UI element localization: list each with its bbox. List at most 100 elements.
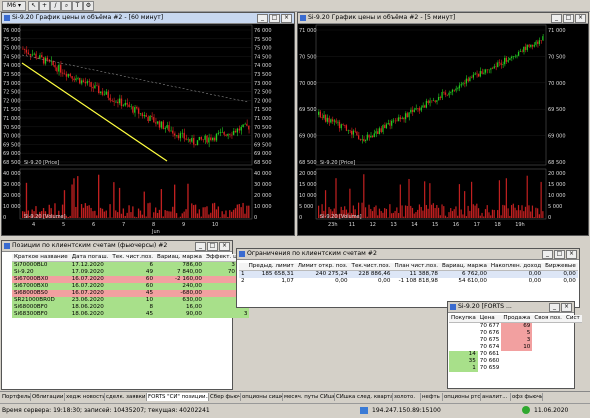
column-header[interactable]: Вариац. маржа (440, 263, 489, 271)
price-volume-chart[interactable]: 71 00071 00070 50070 50070 00070 00069 5… (298, 23, 588, 235)
candle (468, 79, 469, 82)
close-button[interactable]: × (575, 14, 586, 23)
close-button[interactable]: × (561, 303, 572, 312)
text-tool-icon[interactable]: T (72, 1, 83, 11)
workspace-tab[interactable]: офз фьючи (511, 393, 543, 401)
candle (391, 121, 392, 126)
table-row[interactable]: Si68300BF018.06.20204590,003 (12, 311, 249, 318)
orderbook-row[interactable]: 70 67410 (449, 344, 582, 351)
column-header[interactable]: Продажа (501, 315, 532, 323)
crosshair-icon[interactable]: + (39, 1, 50, 11)
table-row[interactable]: Si68000BF018.06.2020816,003 (12, 304, 249, 311)
volume-bar (73, 178, 74, 218)
settings-icon[interactable]: ⚙ (83, 1, 94, 11)
price-volume-chart[interactable]: 76 00076 00075 50075 50075 00075 00074 5… (2, 23, 294, 235)
cell-price: 70 676 (478, 330, 502, 337)
volume-bar (405, 205, 406, 218)
column-header[interactable]: Предыд. лимит (247, 263, 296, 271)
cell-system (564, 337, 582, 344)
candle (405, 113, 406, 119)
minimize-button[interactable]: _ (549, 303, 560, 312)
workspace-tab[interactable]: хедж новости (65, 393, 105, 401)
candle (367, 135, 368, 140)
volume-bar (119, 188, 120, 218)
volume-bar (518, 205, 519, 218)
column-header[interactable]: Биржевые (543, 263, 578, 271)
price-tick-label: 72 000 (254, 98, 272, 104)
maximize-button[interactable]: □ (207, 242, 218, 251)
column-header[interactable]: План чист.поз. (392, 263, 440, 271)
workspace-tab[interactable]: Сбер фьюч (209, 393, 241, 401)
close-button[interactable]: × (219, 242, 230, 251)
column-header[interactable]: Тек. чист.поз. (110, 254, 155, 262)
candle (363, 139, 364, 141)
workspace-tab[interactable]: СИшка след. квартал (335, 393, 393, 401)
table-row[interactable]: SR21000BR0D23.06.202010630,00491 (12, 297, 249, 304)
column-header[interactable]: Сист (564, 315, 582, 323)
column-header[interactable]: Цена (478, 315, 502, 323)
workspace-tab[interactable]: Облигации (31, 393, 65, 401)
volume-bar (149, 203, 150, 218)
minimize-button[interactable]: _ (195, 242, 206, 251)
orderbook-row[interactable]: 70 6765 (449, 330, 582, 337)
orderbook-row[interactable]: 3570 660 (449, 358, 582, 365)
table-row[interactable]: Si68000BS016.07.202045-680,00296 (12, 290, 249, 297)
price-series-label: Si-9.20 [Price] (320, 160, 355, 166)
table-row[interactable]: 21,070,000,00-1 108 818,9854 610,000,000… (239, 278, 578, 285)
line-tool-icon[interactable]: / (50, 1, 61, 11)
time-tick-label: 18 (494, 222, 500, 228)
workspace-tab[interactable]: Портфель (1, 393, 31, 401)
close-button[interactable]: × (281, 14, 292, 23)
column-header[interactable]: Тек.чист.поз. (350, 263, 393, 271)
column-header[interactable]: Покупка (449, 315, 478, 323)
workspace-tab[interactable]: опционы ртс (443, 393, 481, 401)
maximize-button[interactable]: □ (269, 14, 280, 23)
workspace-tab[interactable]: опционы сишка (241, 393, 283, 401)
table-row[interactable]: 1185 658,31240 275,24228 886,4611 388,78… (239, 271, 578, 279)
candle (138, 108, 139, 113)
candle (452, 90, 453, 92)
interval-select[interactable]: M6 ▾ (2, 1, 26, 11)
table-row[interactable]: Si67000BX016.07.202060-2 160,00389 (12, 276, 249, 283)
workspace-tab[interactable]: аналит... (481, 393, 511, 401)
orderbook-row[interactable]: 1470 661 (449, 351, 582, 358)
volume-series-label: Si-9.20 [Volume] (24, 214, 66, 220)
column-header[interactable]: Вариац. маржа (155, 254, 204, 262)
column-header[interactable]: Краткое название (12, 254, 70, 262)
workspace-tab[interactable]: золото. (393, 393, 421, 401)
workspace-tab[interactable]: FORTS "СИ" позиции.. (147, 393, 209, 401)
candle (22, 49, 23, 50)
volume-bar (246, 206, 247, 218)
zoom-icon[interactable]: ⌕ (61, 1, 72, 11)
table-row[interactable]: Si67000BX016.07.202060240,00496 (12, 283, 249, 290)
minimize-button[interactable]: _ (542, 250, 553, 259)
close-button[interactable]: × (566, 250, 577, 259)
minimize-button[interactable]: _ (257, 14, 268, 23)
column-header[interactable]: Дата погаш. (70, 254, 111, 262)
candle (184, 133, 185, 139)
minimize-button[interactable]: _ (551, 14, 562, 23)
cursor-icon[interactable]: ↖ (28, 1, 39, 11)
candle (421, 108, 422, 111)
column-header[interactable]: Лимит откр. поз. (296, 263, 350, 271)
orderbook-row[interactable]: 70 6753 (449, 337, 582, 344)
workspace-tab[interactable]: сделк. заявки (105, 393, 147, 401)
candle (342, 124, 343, 125)
maximize-button[interactable]: □ (563, 14, 574, 23)
candle (478, 74, 479, 77)
orderbook-row[interactable]: 170 659 (449, 365, 582, 372)
candle (321, 117, 322, 118)
orderbook-row[interactable]: 70 67769 (449, 323, 582, 331)
workspace-tab[interactable]: месяч. путы СИшка (283, 393, 335, 401)
price-tick-label: 70 500 (548, 54, 566, 60)
column-header[interactable]: Своя поз. (532, 315, 564, 323)
workspace-tab[interactable]: нефть (421, 393, 443, 401)
volume-tick-label: 20 000 (3, 193, 21, 199)
maximize-button[interactable]: □ (554, 250, 565, 259)
volume-bar (220, 217, 221, 218)
candle (396, 121, 397, 122)
column-header[interactable]: Накоплен. доход (489, 263, 543, 271)
table-row[interactable]: Si70000BL017.12.20206786,003 584 (12, 262, 249, 270)
table-row[interactable]: Si-9.2017.09.2020497 840,0070 500 (12, 269, 249, 276)
volume-bar (233, 210, 234, 218)
